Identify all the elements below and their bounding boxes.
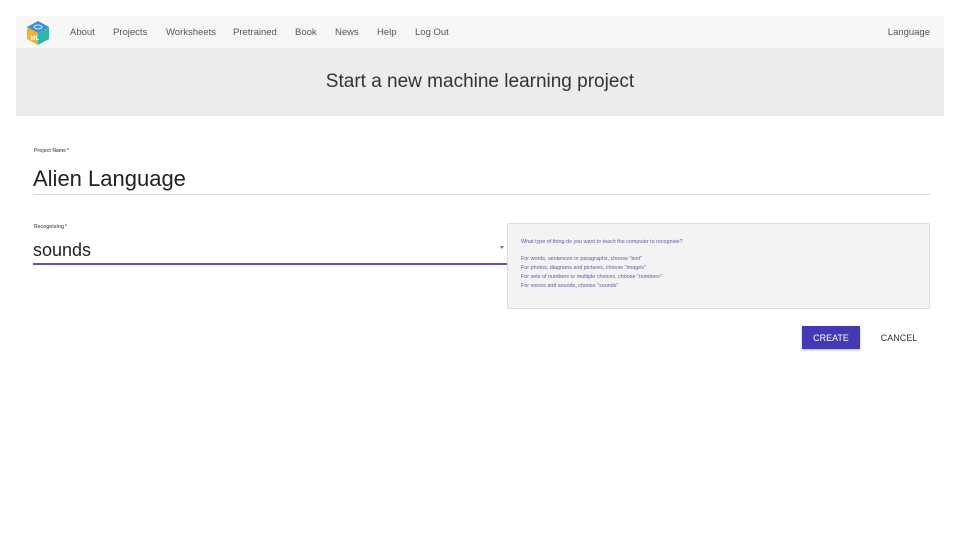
- help-line-sounds: For voices and sounds, choose "sounds": [521, 283, 619, 289]
- nav-about[interactable]: About: [70, 27, 95, 38]
- nav-book[interactable]: Book: [295, 27, 317, 38]
- logo-text: ML: [31, 36, 40, 42]
- cancel-button[interactable]: CANCEL: [870, 326, 928, 349]
- dropdown-arrow-icon[interactable]: [500, 246, 504, 249]
- nav-projects[interactable]: Projects: [113, 27, 147, 38]
- recognising-label: Recognising*: [34, 224, 67, 230]
- required-mark: *: [66, 148, 69, 154]
- help-question: What type of thing do you want to teach …: [521, 239, 683, 245]
- navbar: ML About Projects Worksheets Pretrained …: [16, 16, 944, 48]
- help-line-text: For words, sentences or paragraphs, choo…: [521, 256, 642, 262]
- project-name-label-text: Project Name: [34, 148, 66, 154]
- recognising-select[interactable]: sounds: [33, 240, 91, 261]
- nav-worksheets[interactable]: Worksheets: [166, 27, 216, 38]
- create-button[interactable]: CREATE: [802, 326, 860, 349]
- help-line-numbers: For sets of numbers or multiple choices,…: [521, 274, 662, 280]
- recognising-label-text: Recognising: [34, 224, 65, 230]
- project-name-label: Project Name*: [34, 148, 69, 154]
- page-title: Start a new machine learning project: [325, 71, 635, 92]
- recognising-underline: [33, 263, 507, 265]
- help-panel: What type of thing do you want to teach …: [507, 223, 930, 309]
- nav-pretrained[interactable]: Pretrained: [233, 27, 277, 38]
- nav-news[interactable]: News: [335, 27, 359, 38]
- nav-log-out[interactable]: Log Out: [415, 27, 449, 38]
- help-line-images: For photos, diagrams and pictures, choos…: [521, 265, 646, 271]
- project-name-input[interactable]: Alien Language: [33, 166, 186, 192]
- ml-logo-icon[interactable]: ML: [26, 20, 50, 46]
- language-menu[interactable]: Language: [888, 27, 930, 38]
- page-banner: Start a new machine learning project: [16, 48, 944, 116]
- required-mark: *: [65, 224, 67, 230]
- project-name-underline: [33, 194, 930, 195]
- nav-help[interactable]: Help: [377, 27, 397, 38]
